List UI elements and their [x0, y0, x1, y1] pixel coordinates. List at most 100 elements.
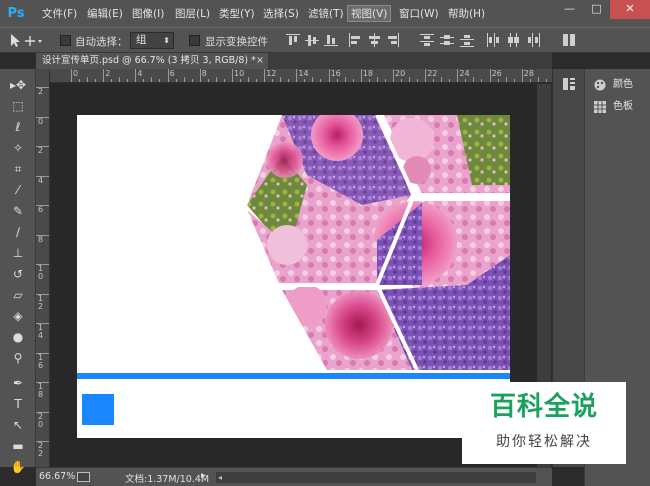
- move-tool[interactable]: ▸✥: [9, 76, 27, 94]
- rectangle-tool[interactable]: ▬: [9, 437, 27, 455]
- status-menu-arrow-icon[interactable]: ▸: [201, 470, 206, 481]
- ruler-left-label: 4: [38, 175, 44, 185]
- distribute-hcenter-icon[interactable]: [506, 33, 520, 47]
- distribute-left-icon[interactable]: [486, 33, 500, 47]
- type-tool[interactable]: T: [9, 395, 27, 413]
- ruler-tick: [36, 175, 49, 177]
- restore-button[interactable]: □: [583, 0, 610, 19]
- magic-wand-tool[interactable]: ✧: [9, 139, 27, 157]
- ruler-top-label: 18: [362, 69, 373, 78]
- ruler-top-label: 2: [105, 69, 111, 78]
- crop-tool[interactable]: ⌗: [9, 160, 27, 178]
- ruler-top-label: 26: [491, 69, 502, 78]
- ruler-minor-tick: [272, 79, 274, 82]
- pen-tool[interactable]: ✒: [9, 374, 27, 392]
- ruler-tick: [199, 69, 201, 82]
- blur-tool[interactable]: ●: [9, 328, 27, 346]
- ruler-minor-tick: [191, 79, 193, 82]
- menu-edit[interactable]: 编辑(E): [85, 6, 125, 22]
- align-hcenter-icon[interactable]: [367, 33, 381, 47]
- ruler-tick: [489, 69, 491, 82]
- ruler-tick: [425, 69, 427, 82]
- eraser-tool[interactable]: ▱: [9, 286, 27, 304]
- path-selection-tool[interactable]: ↖: [9, 416, 27, 434]
- ruler-minor-tick: [111, 79, 113, 82]
- menu-filter[interactable]: 滤镜(T): [306, 6, 346, 22]
- lasso-tool[interactable]: ℓ: [9, 118, 27, 136]
- hand-icon: ✋: [10, 460, 26, 474]
- horizontal-scrollbar[interactable]: ◂: [216, 472, 536, 483]
- ruler-minor-tick: [256, 79, 257, 82]
- ruler-minor-tick: [127, 79, 129, 82]
- ruler-tick: [328, 69, 330, 82]
- menu-view[interactable]: 视图(V): [347, 5, 392, 22]
- brush-tool[interactable]: ∕: [9, 223, 27, 241]
- color-panel-button[interactable]: 颜色: [591, 75, 633, 95]
- move-tool-preset-icon[interactable]: [8, 32, 42, 50]
- show-transform-checkbox[interactable]: [189, 35, 200, 46]
- menu-file[interactable]: 文件(F): [40, 6, 79, 22]
- eyedropper-tool[interactable]: ⁄: [9, 181, 27, 199]
- align-top-icon[interactable]: [286, 33, 300, 47]
- document-tab-title: 设计宣传单页.psd @ 66.7% (3 拷贝 3, RGB/8) *: [42, 55, 256, 66]
- document-tab[interactable]: 设计宣传单页.psd @ 66.7% (3 拷贝 3, RGB/8) * ×: [36, 53, 268, 69]
- minimize-button[interactable]: —: [556, 0, 583, 19]
- ruler-top-label: 22: [427, 69, 438, 78]
- healing-brush-tool[interactable]: ✎: [9, 202, 27, 220]
- close-window-button[interactable]: ✕: [610, 0, 650, 19]
- ruler-minor-tick: [288, 79, 290, 82]
- menu-layer[interactable]: 图层(L): [173, 6, 212, 22]
- distribute-right-icon[interactable]: [526, 33, 540, 47]
- ruler-minor-tick: [207, 79, 209, 82]
- auto-align-layers-icon[interactable]: [562, 33, 576, 47]
- ruler-minor-tick: [223, 79, 225, 82]
- history-panel-icon[interactable]: [562, 77, 576, 91]
- align-bottom-icon[interactable]: [324, 33, 338, 47]
- dodge-icon: ⚲: [13, 351, 23, 365]
- close-tab-icon[interactable]: ×: [256, 53, 264, 69]
- menu-select[interactable]: 选择(S): [261, 6, 301, 22]
- ruler-top-label: 6: [169, 69, 175, 78]
- align-vcenter-icon[interactable]: [305, 33, 319, 47]
- ruler-minor-tick: [368, 79, 370, 82]
- auto-select-dropdown[interactable]: 组 ⬍: [130, 32, 174, 49]
- distribute-top-icon[interactable]: [420, 33, 434, 47]
- ruler-tick: [360, 69, 362, 82]
- distribute-bottom-icon[interactable]: [460, 33, 474, 47]
- menu-window[interactable]: 窗口(W): [397, 6, 441, 22]
- color-panel-label: 颜色: [613, 79, 633, 90]
- horizontal-ruler[interactable]: 0 2 4 6 8 10 12 14 16 18 20 22 24 26 28: [50, 69, 552, 83]
- ruler-left-label: 2: [38, 87, 44, 96]
- auto-select-label: 自动选择：: [75, 36, 128, 48]
- distribute-vcenter-icon[interactable]: [440, 33, 454, 47]
- vertical-ruler[interactable]: 2024681 01 21 41 61 82 02 22 4: [36, 69, 50, 486]
- menu-type[interactable]: 类型(Y): [217, 6, 257, 22]
- ruler-left-label: 1 6: [38, 352, 44, 370]
- dodge-tool[interactable]: ⚲: [9, 349, 27, 367]
- document-canvas[interactable]: [77, 109, 510, 438]
- auto-select-checkbox[interactable]: [60, 35, 71, 46]
- ruler-tick: [393, 69, 394, 82]
- swatches-panel-button[interactable]: 色板: [591, 97, 633, 117]
- ruler-tick: [264, 69, 266, 82]
- ruler-tick: [36, 87, 49, 88]
- align-right-icon[interactable]: [386, 33, 400, 47]
- marquee-tool[interactable]: ⬚: [9, 97, 27, 115]
- zoom-level[interactable]: 66.67%: [39, 471, 75, 482]
- menu-help[interactable]: 帮助(H): [446, 6, 487, 22]
- hand-tool[interactable]: ✋: [9, 458, 27, 476]
- ruler-left-label: 1 0: [38, 264, 44, 281]
- document-tab-bar: 设计宣传单页.psd @ 66.7% (3 拷贝 3, RGB/8) * ×: [36, 53, 552, 69]
- menu-image[interactable]: 图像(I): [130, 6, 166, 22]
- options-bar: 自动选择： 组 ⬍ 显示变换控件: [0, 27, 650, 53]
- history-brush-tool[interactable]: ↺: [9, 265, 27, 283]
- status-info-icon[interactable]: [77, 472, 90, 482]
- ruler-tick: [457, 69, 459, 82]
- clone-stamp-tool[interactable]: ⊥: [9, 244, 27, 262]
- paint-bucket-tool[interactable]: ◈: [9, 307, 27, 325]
- align-left-icon[interactable]: [348, 33, 362, 47]
- ruler-minor-tick: [505, 77, 507, 82]
- ruler-tick: [103, 69, 105, 82]
- ruler-tick: [36, 382, 49, 383]
- scroll-left-arrow-icon[interactable]: ◂: [218, 473, 227, 482]
